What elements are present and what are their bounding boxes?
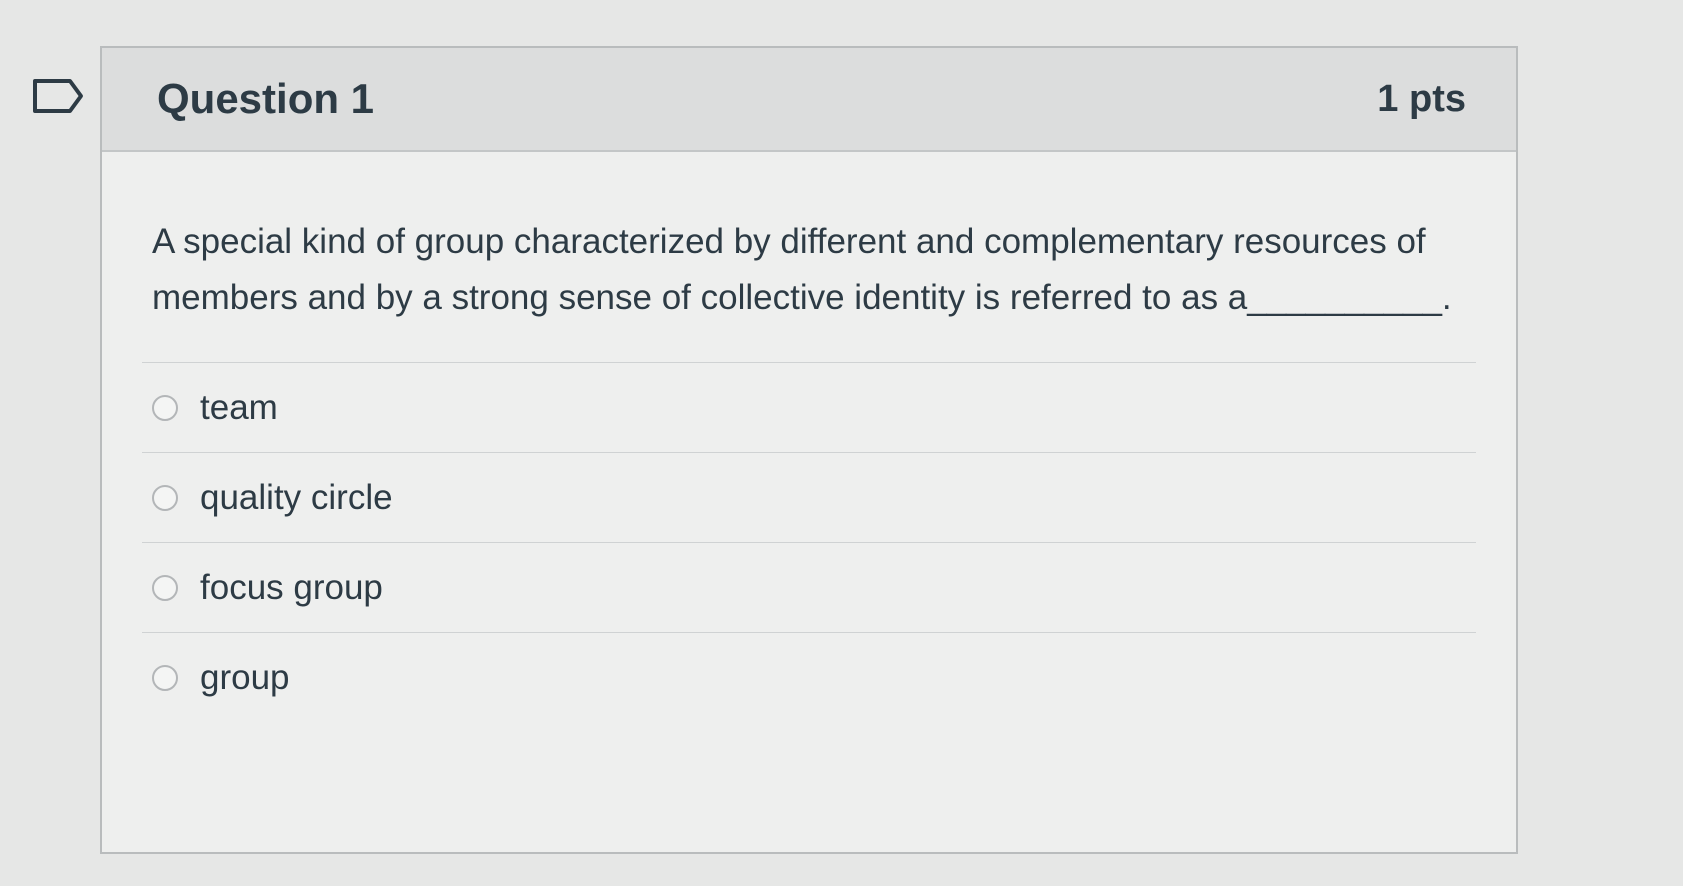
flag-question-icon[interactable] [32,78,84,114]
question-header: Question 1 1 pts [102,48,1516,152]
radio-button[interactable] [152,394,178,421]
question-card: Question 1 1 pts A special kind of group… [100,46,1518,854]
answer-list: team quality circle focus group group [142,362,1476,723]
question-points: 1 pts [1377,77,1466,120]
answer-label: quality circle [200,477,393,517]
question-text: A special kind of group characterized by… [152,222,1452,317]
question-body: A special kind of group characterized by… [102,152,1516,723]
answer-label: team [200,387,278,427]
answer-option-group[interactable]: group [142,633,1476,723]
answer-option-focus-group[interactable]: focus group [142,543,1476,633]
answer-label: focus group [200,567,383,607]
answer-option-quality-circle[interactable]: quality circle [142,453,1476,543]
question-title: Question 1 [157,75,375,122]
radio-button[interactable] [152,574,178,601]
answer-label: group [200,658,290,697]
answer-option-team[interactable]: team [142,363,1476,453]
radio-button[interactable] [152,665,178,691]
radio-button[interactable] [152,484,178,511]
